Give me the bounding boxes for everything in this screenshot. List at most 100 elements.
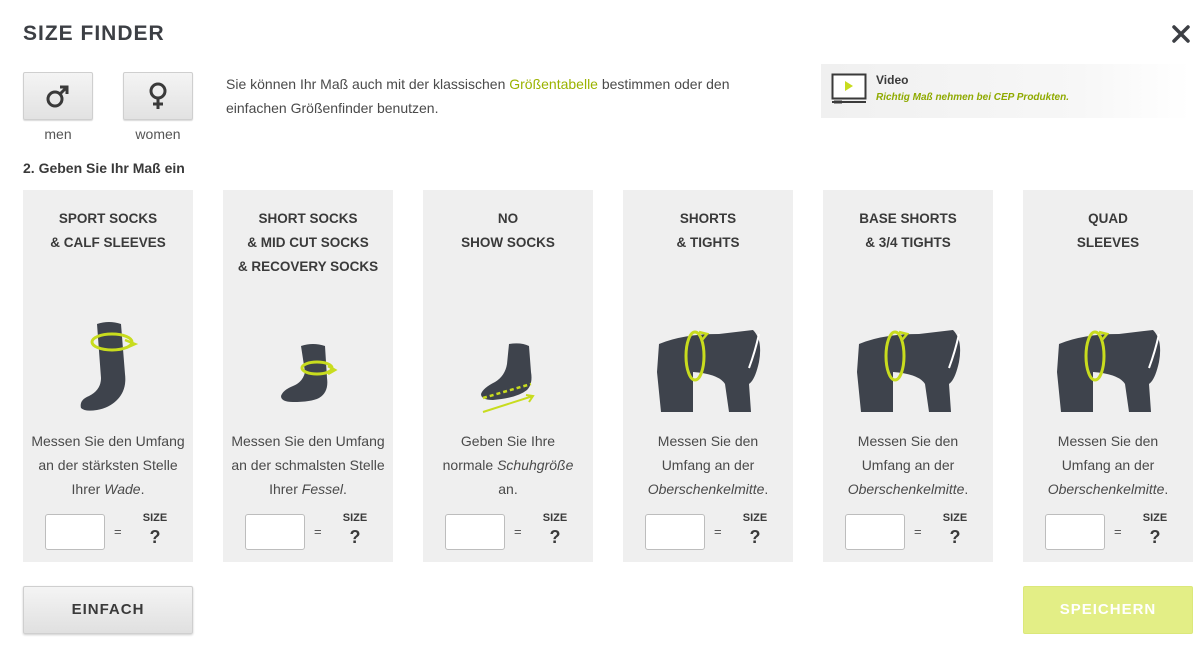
size-table-link[interactable]: Größentabelle xyxy=(509,76,598,92)
card-title-line: BASE SHORTS xyxy=(859,211,957,226)
card-title-line: & 3/4 TIGHTS xyxy=(865,235,951,250)
card-title-line: QUAD xyxy=(1088,211,1128,226)
size-label: SIZE xyxy=(142,512,168,524)
card-desc-line: Messen Sie den xyxy=(657,433,759,449)
card-title: SHORTS & TIGHTS xyxy=(623,207,793,255)
size-value: ? xyxy=(749,527,761,547)
card-desc-end: . xyxy=(343,481,347,497)
size-label: SIZE xyxy=(742,512,768,524)
ankle-sock-icon xyxy=(281,344,338,402)
card-desc-line: Ihrer xyxy=(71,481,105,497)
card-title-line: & TIGHTS xyxy=(676,235,740,250)
women-button[interactable] xyxy=(123,72,193,120)
gender-men[interactable]: men xyxy=(23,72,93,142)
measurement-input[interactable] xyxy=(845,514,905,550)
card-title: SHORT SOCKS & MID CUT SOCKS & RECOVERY S… xyxy=(223,207,393,279)
equals-sign: = xyxy=(1114,524,1122,539)
measurement-input[interactable] xyxy=(45,514,105,550)
card-title: BASE SHORTS & 3/4 TIGHTS xyxy=(823,207,993,255)
card-desc-end: . xyxy=(1164,481,1169,497)
card-title-line: & CALF SLEEVES xyxy=(50,235,166,250)
card-desc-end: . xyxy=(964,481,969,497)
thigh-icon xyxy=(857,330,961,412)
equals-sign: = xyxy=(314,524,322,539)
card-title-line: & MID CUT SOCKS xyxy=(247,235,369,250)
equals-sign: = xyxy=(114,524,122,539)
card-title-line: & RECOVERY SOCKS xyxy=(237,259,379,274)
card-desc-emphasis: Oberschenkelmitte xyxy=(647,481,765,497)
measurement-input[interactable] xyxy=(245,514,305,550)
size-value: ? xyxy=(549,527,561,547)
video-banner[interactable]: Video Richtig Maß nehmen bei CEP Produkt… xyxy=(821,64,1191,118)
size-label: SIZE xyxy=(1142,512,1168,524)
thigh-icon xyxy=(657,330,761,412)
card-title: SPORT SOCKS & CALF SLEEVES xyxy=(23,207,193,255)
size-label: SIZE xyxy=(542,512,568,524)
card-desc-line: an der schmalsten Stelle xyxy=(231,457,385,473)
male-symbol-icon xyxy=(46,85,69,108)
card-desc-end: . xyxy=(140,481,145,497)
women-label: women xyxy=(135,126,181,142)
gender-women[interactable]: women xyxy=(123,72,193,142)
card-desc-line: Ihrer xyxy=(269,481,302,497)
save-button[interactable]: SPEICHERN xyxy=(1023,586,1193,634)
card-sport-socks: SPORT SOCKS & CALF SLEEVES Messen Sie de… xyxy=(23,190,193,562)
card-title-line: NO xyxy=(497,211,519,226)
card-description: Messen Sie den Umfang an der schmalsten … xyxy=(227,429,389,501)
page-title: SIZE FINDER xyxy=(23,22,165,45)
measurement-input[interactable] xyxy=(645,514,705,550)
card-desc-line: Geben Sie Ihre xyxy=(460,433,556,449)
men-label: men xyxy=(44,126,72,142)
card-desc-line: Messen Sie den xyxy=(1057,433,1159,449)
card-title-line: SHORT SOCKS xyxy=(258,211,358,226)
card-quad-sleeves: QUAD SLEEVES Messen Sie den Umfang an de… xyxy=(1023,190,1193,562)
intro-text: Sie können Ihr Maß auch mit der klassisc… xyxy=(226,72,786,120)
video-title: Video xyxy=(876,73,909,87)
card-desc-line: normale xyxy=(442,457,498,473)
size-value: ? xyxy=(1149,527,1161,547)
simple-button[interactable]: EINFACH xyxy=(23,586,193,634)
card-no-show-socks: NO SHOW SOCKS Geben Sie Ihre normale Sch… xyxy=(423,190,593,562)
size-label: SIZE xyxy=(942,512,968,524)
card-desc-emphasis: Wade xyxy=(104,481,141,497)
size-value: ? xyxy=(949,527,961,547)
video-play-icon xyxy=(831,73,867,104)
measurement-input[interactable] xyxy=(445,514,505,550)
equals-sign: = xyxy=(514,524,522,539)
close-icon[interactable] xyxy=(1171,24,1191,44)
card-desc-line: an der stärksten Stelle xyxy=(38,457,178,473)
card-description: Messen Sie den Umfang an der stärksten S… xyxy=(27,429,189,501)
card-title-line: SHOW SOCKS xyxy=(461,235,555,250)
female-symbol-icon xyxy=(149,82,167,109)
card-title-line: SPORT SOCKS xyxy=(58,211,158,226)
card-desc-end: . xyxy=(764,481,769,497)
card-desc-emphasis: Oberschenkelmitte xyxy=(1047,481,1165,497)
card-desc-emphasis: Oberschenkelmitte xyxy=(847,481,965,497)
card-shorts-tights: SHORTS & TIGHTS Messen Sie den Umfang an… xyxy=(623,190,793,562)
measurement-input[interactable] xyxy=(1045,514,1105,550)
size-value: ? xyxy=(149,527,161,547)
equals-sign: = xyxy=(714,524,722,539)
intro-text-before: Sie können Ihr Maß auch mit der klassisc… xyxy=(226,76,510,92)
card-desc-emphasis: Schuhgröße xyxy=(497,457,574,473)
card-desc-line: Messen Sie den Umfang xyxy=(31,433,185,449)
card-title: QUAD SLEEVES xyxy=(1023,207,1193,255)
card-base-shorts: BASE SHORTS & 3/4 TIGHTS Messen Sie den … xyxy=(823,190,993,562)
card-desc-line: Umfang an der xyxy=(861,457,955,473)
calf-sock-icon xyxy=(80,322,139,411)
card-description: Messen Sie den Umfang an der Oberschenke… xyxy=(627,429,789,501)
card-desc-emphasis: Fessel xyxy=(301,481,344,497)
card-description: Geben Sie Ihre normale Schuhgröße an. xyxy=(427,429,589,501)
card-title: NO SHOW SOCKS xyxy=(423,207,593,255)
card-title-line: SLEEVES xyxy=(1076,235,1140,250)
step-label: 2. Geben Sie Ihr Maß ein xyxy=(23,160,185,176)
card-short-socks: SHORT SOCKS & MID CUT SOCKS & RECOVERY S… xyxy=(223,190,393,562)
equals-sign: = xyxy=(914,524,922,539)
card-description: Messen Sie den Umfang an der Oberschenke… xyxy=(827,429,989,501)
card-desc-line: Umfang an der xyxy=(1061,457,1155,473)
size-label: SIZE xyxy=(342,512,368,524)
card-desc-line: Umfang an der xyxy=(661,457,755,473)
card-desc-line: Messen Sie den xyxy=(857,433,959,449)
card-desc-line: Messen Sie den Umfang xyxy=(231,433,385,449)
men-button[interactable] xyxy=(23,72,93,120)
